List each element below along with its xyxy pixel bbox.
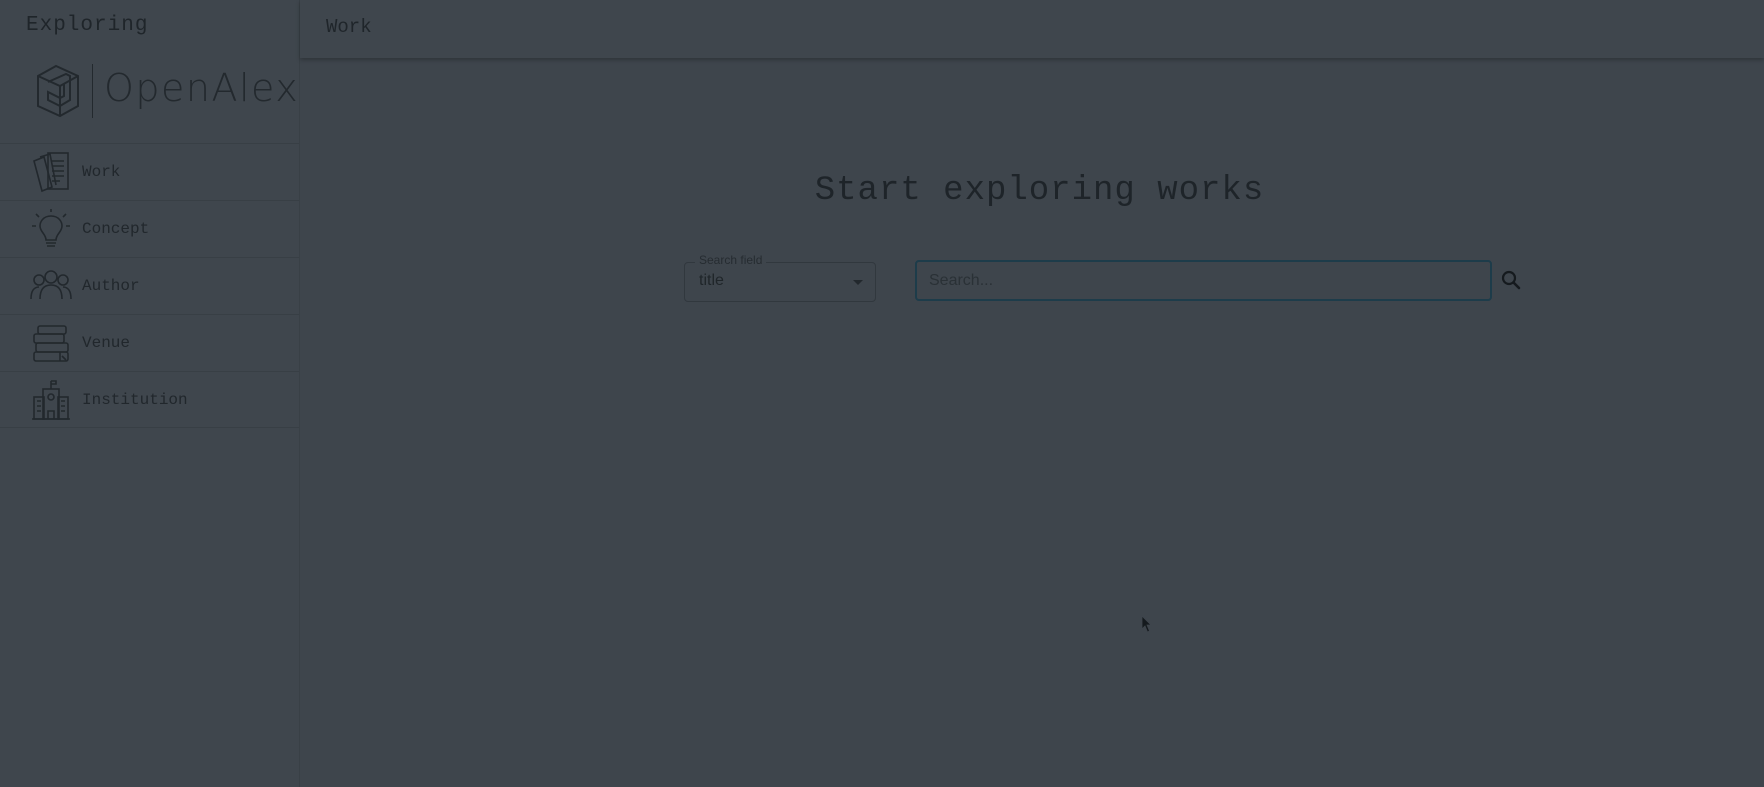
- search-field-value: title: [699, 272, 724, 289]
- search-icon[interactable]: [1499, 268, 1523, 292]
- openalex-logo-icon: [37, 64, 79, 118]
- openalex-logo[interactable]: OpenAlex: [34, 62, 298, 122]
- sidebar-item-label: Author: [82, 277, 140, 295]
- sidebar-item-label: Institution: [82, 390, 188, 409]
- search-field-label: Search field: [695, 253, 767, 267]
- sidebar: Exploring OpenAlex Work Concept Author V…: [0, 0, 300, 787]
- sidebar-title: Exploring: [26, 14, 149, 37]
- sidebar-item-label: Concept: [82, 220, 150, 238]
- dropdown-arrow-icon: [853, 280, 863, 285]
- sidebar-item-institution[interactable]: Institution: [0, 371, 299, 428]
- sidebar-item-author[interactable]: Author: [0, 257, 299, 314]
- people-icon: [30, 270, 72, 300]
- papers-icon: [33, 152, 69, 193]
- page-title: Work: [326, 16, 372, 38]
- sidebar-item-concept[interactable]: Concept: [0, 200, 299, 257]
- logo-text: OpenAlex: [104, 66, 300, 110]
- sidebar-item-work[interactable]: Work: [0, 143, 299, 200]
- building-icon: [32, 379, 70, 420]
- app-header: Work: [300, 0, 1764, 58]
- books-icon: [33, 325, 69, 362]
- search-input[interactable]: [915, 260, 1492, 301]
- nav-list: Work Concept Author Venue Institution: [0, 143, 299, 428]
- main-heading: Start exploring works: [814, 172, 1265, 210]
- sidebar-item-label: Venue: [82, 334, 131, 352]
- mouse-cursor-icon: [1141, 615, 1152, 633]
- search-field-select[interactable]: Search field title: [684, 253, 876, 302]
- logo-divider: [92, 64, 93, 118]
- lightbulb-icon: [32, 209, 70, 247]
- sidebar-item-label: Work: [82, 163, 121, 181]
- sidebar-item-venue[interactable]: Venue: [0, 314, 299, 371]
